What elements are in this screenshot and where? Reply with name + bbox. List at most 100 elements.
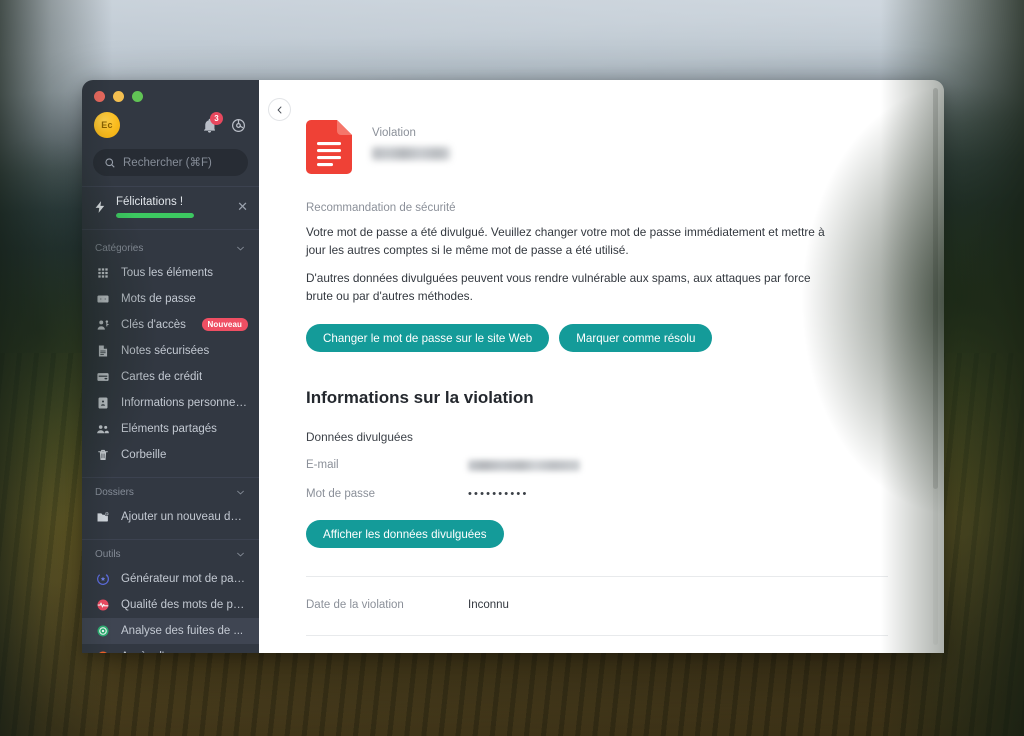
sidebar-navigation: Catégories Tous les éléments Mots de passe… — [82, 230, 259, 653]
recommendation-actions: Changer le mot de passe sur le site Web … — [306, 324, 888, 353]
sidebar-item-label: Corbeille — [121, 448, 167, 461]
sidebar-item-qualit-des-mots-de-pa[interactable]: Qualité des mots de pa... — [82, 592, 259, 618]
sidebar-item-label: Éléments partagés — [121, 422, 217, 435]
sidebar-item-cl-s-d-acc-s[interactable]: Clés d'accès Nouveau — [82, 312, 259, 338]
item-kind-label: Violation — [372, 127, 416, 139]
search-input[interactable] — [123, 156, 237, 169]
onboarding-progress-bar — [116, 213, 194, 218]
sidebar-item-label: Ajouter un nouveau dossier — [121, 510, 248, 523]
password-manager-window: Ec 3 Rechercher (⌘F) Félicitations ! ✕ C… — [82, 80, 944, 653]
sidebar-section-label: Catégories — [95, 242, 144, 254]
sidebar-item-label: Notes sécurisées — [121, 344, 210, 357]
notification-badge: 3 — [210, 111, 223, 125]
congratulations-banner: Félicitations ! ✕ — [82, 187, 259, 229]
content-scrollbar-thumb[interactable] — [933, 88, 938, 490]
leaked-email-row: E-mail — [306, 457, 888, 473]
sidebar-item-label: Qualité des mots de pa... — [121, 598, 248, 611]
bell-icon[interactable]: 3 — [201, 111, 223, 134]
chevron-down-icon[interactable] — [235, 243, 246, 254]
leaked-data-label: Données divulguées — [306, 430, 413, 445]
divider — [306, 635, 888, 637]
sidebar-section-categories[interactable]: Catégories — [82, 234, 259, 260]
sidebar-section-label: Outils — [95, 548, 121, 560]
sidebar-item-label: Mots de passe — [121, 292, 196, 305]
grid-icon — [95, 265, 111, 281]
emergency-access-icon — [95, 649, 111, 653]
show-leaked-data-row: Afficher les données divulguées — [306, 520, 888, 549]
trash-icon — [95, 447, 111, 463]
search-container — [82, 142, 259, 186]
sidebar-section-folders[interactable]: Dossiers — [82, 478, 259, 504]
new-badge: Nouveau — [201, 317, 248, 332]
back-button[interactable] — [268, 98, 291, 121]
sidebar-item-analyse-des-fuites-de[interactable]: Analyse des fuites de ... — [82, 617, 259, 644]
bolt-icon — [93, 199, 107, 215]
breach-date-row: Date de la violation Inconnu — [306, 597, 888, 613]
main-content: Violation Recommandation de sécurité Vot… — [259, 80, 944, 653]
sidebar-item-cartes-de-cr-dit[interactable]: Cartes de crédit — [82, 364, 259, 390]
breach-item-header: Violation — [306, 120, 888, 174]
sidebar-item-label: Cartes de crédit — [121, 370, 203, 383]
chevron-down-icon[interactable] — [235, 487, 246, 498]
content-body: Violation Recommandation de sécurité Vot… — [259, 120, 944, 653]
sidebar-top-bar: Ec 3 — [82, 102, 259, 142]
congratulations-title: Félicitations ! — [116, 196, 184, 208]
chevron-down-icon[interactable] — [235, 549, 246, 560]
close-window-button[interactable] — [94, 91, 105, 102]
search-box[interactable] — [93, 149, 248, 176]
sidebar-item-corbeille[interactable]: Corbeille — [82, 442, 259, 468]
show-leaked-data-button[interactable]: Afficher les données divulguées — [306, 520, 504, 549]
sidebar-item-ajouter-un-nouveau-dossier[interactable]: Ajouter un nouveau dossier — [82, 504, 259, 530]
breach-info-title: Informations sur la violation — [306, 388, 534, 408]
sidebar-section-tools[interactable]: Outils — [82, 540, 259, 566]
recommendation-label: Recommandation de sécurité — [306, 202, 456, 214]
shared-people-icon — [95, 421, 111, 437]
sidebar-item-tous-les-l-ments[interactable]: Tous les éléments — [82, 260, 259, 286]
sidebar-top-actions: 3 — [201, 111, 247, 134]
sidebar-item-g-n-rateur-mot-de-pas[interactable]: Générateur mot de pas... — [82, 566, 259, 592]
sidebar: Ec 3 Rechercher (⌘F) Félicitations ! ✕ C… — [82, 80, 259, 653]
recommendation-paragraph-1: Votre mot de passe a été divulgué. Veuil… — [306, 225, 825, 258]
folder-plus-icon — [95, 509, 111, 525]
note-icon — [95, 343, 111, 359]
zoom-window-button[interactable] — [132, 91, 143, 102]
password-health-icon — [95, 597, 111, 613]
passkey-user-icon — [95, 317, 111, 333]
leaked-email-value-redacted — [468, 459, 580, 471]
content-scrollbar[interactable] — [933, 88, 938, 645]
breach-item-meta: Violation — [372, 120, 450, 160]
minimize-window-button[interactable] — [113, 91, 124, 102]
password-card-icon — [95, 291, 111, 307]
change-password-button[interactable]: Changer le mot de passe sur le site Web — [306, 324, 550, 353]
mark-as-resolved-button[interactable]: Marquer comme résolu — [559, 324, 713, 353]
content-scroll-area[interactable]: Violation Recommandation de sécurité Vot… — [259, 80, 944, 653]
chevron-left-icon — [276, 105, 282, 114]
breach-date-key: Date de la violation — [306, 599, 404, 612]
breach-document-icon — [306, 120, 352, 174]
onboarding-progress-fill — [116, 213, 194, 218]
password-generator-icon — [95, 571, 111, 587]
sidebar-section-label: Dossiers — [95, 486, 134, 498]
breach-date-value: Inconnu — [468, 599, 509, 612]
id-card-icon — [95, 395, 111, 411]
sidebar-item-mots-de-passe[interactable]: Mots de passe — [82, 286, 259, 312]
sidebar-item-label: Clés d'accès — [121, 318, 186, 331]
leaked-password-row: Mot de passe •••••••••• — [306, 486, 888, 502]
search-icon — [105, 157, 115, 168]
sidebar-item-informations-personnelles[interactable]: Informations personnelles — [82, 390, 259, 416]
divider — [306, 576, 888, 578]
data-breach-scanner-icon — [95, 623, 111, 639]
recommendation-paragraph-2: D'autres données divulguées peuvent vous… — [306, 270, 811, 303]
sidebar-item-l-ments-partag-s[interactable]: Éléments partagés — [82, 416, 259, 442]
sidebar-item-label: Générateur mot de pas... — [121, 572, 248, 585]
sidebar-item-acc-s-d-urgence[interactable]: Accès d'urgence — [82, 644, 259, 653]
item-title-redacted — [372, 147, 450, 160]
leaked-password-key: Mot de passe — [306, 488, 376, 501]
sidebar-item-notes-s-curis-es[interactable]: Notes sécurisées — [82, 338, 259, 364]
avatar[interactable]: Ec — [94, 112, 120, 138]
gear-icon[interactable] — [230, 117, 247, 134]
sidebar-item-label: Informations personnelles — [121, 396, 248, 409]
credit-card-icon — [95, 369, 111, 385]
close-icon[interactable]: ✕ — [235, 200, 248, 213]
window-traffic-lights — [82, 80, 259, 102]
